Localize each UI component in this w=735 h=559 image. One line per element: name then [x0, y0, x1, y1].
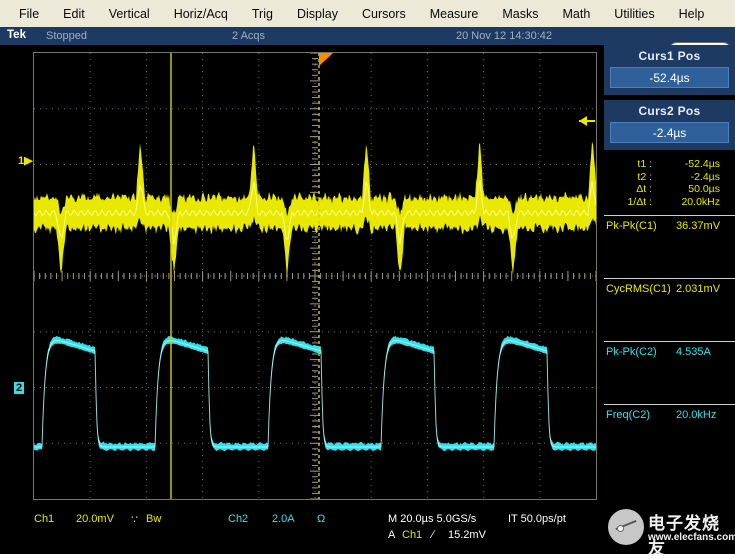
acquisition-count: 2 Acqs: [232, 30, 265, 42]
ch2-label[interactable]: Ch2: [228, 513, 248, 525]
measurement-freq-c2[interactable]: Freq(C2) 20.0kHz: [604, 404, 735, 460]
menu-item-measure[interactable]: Measure: [421, 4, 488, 24]
run-state-label: Stopped: [46, 30, 87, 42]
status-bar: Tek Stopped 2 Acqs 20 Nov 12 14:30:42: [0, 27, 735, 45]
cursor2-pos-value[interactable]: -2.4µs: [610, 122, 729, 143]
menu-item-display[interactable]: Display: [288, 4, 347, 24]
menu-item-masks[interactable]: Masks: [493, 4, 547, 24]
ch2-impedance-icon: Ω: [317, 513, 325, 525]
menu-item-utilities[interactable]: Utilities: [605, 4, 663, 24]
menu-item-trig[interactable]: Trig: [243, 4, 282, 24]
ch1-coupling-icon: ∵: [131, 513, 138, 526]
cursor1-pos-title: Curs1 Pos: [604, 49, 735, 63]
measurement-value: 2.031mV: [676, 283, 720, 295]
brand-label: Tek: [7, 29, 26, 41]
timebase-readout[interactable]: M 20.0µs 5.0GS/s: [388, 513, 476, 525]
measurement-label: Pk-Pk(C1): [606, 220, 657, 232]
cursor-readout-row: 1/Δt : 20.0kHz: [608, 196, 735, 209]
watermark-logo-icon: [608, 509, 644, 545]
measurement-label: CycRMS(C1): [606, 283, 671, 295]
t1-value: -52.4µs: [652, 158, 726, 171]
measurement-label: Freq(C2): [606, 409, 650, 421]
menu-item-horiz-acq[interactable]: Horiz/Acq: [165, 4, 237, 24]
interpolation-readout: IT 50.0ps/pt: [508, 513, 566, 525]
trigger-source[interactable]: Ch1: [402, 529, 422, 541]
oscilloscope-screen: File Edit Vertical Horiz/Acq Trig Displa…: [0, 0, 735, 554]
menu-item-vertical[interactable]: Vertical: [100, 4, 159, 24]
t2-value: -2.4µs: [652, 171, 726, 184]
t2-label: t2 :: [608, 171, 652, 184]
waveform-canvas: [34, 53, 596, 499]
menu-item-math[interactable]: Math: [554, 4, 600, 24]
datetime-label: 20 Nov 12 14:30:42: [456, 30, 552, 42]
watermark: 电子发烧友 www.elecfans.com: [606, 503, 735, 551]
menu-item-edit[interactable]: Edit: [54, 4, 94, 24]
ch2-index-marker[interactable]: 2: [14, 382, 24, 394]
readout-sidebar: Curs1 Pos -52.4µs Curs2 Pos -2.4µs t1 : …: [604, 45, 735, 500]
cursor-readout-row: Δt : 50.0µs: [608, 183, 735, 196]
inv-delta-t-value: 20.0kHz: [652, 196, 726, 209]
measurement-pkpk-c2[interactable]: Pk-Pk(C2) 4.535A: [604, 341, 735, 397]
menu-item-file[interactable]: File: [10, 4, 48, 24]
menu-item-cursors[interactable]: Cursors: [353, 4, 415, 24]
watermark-dot-icon: [617, 525, 624, 532]
watermark-url: www.elecfans.com: [648, 532, 735, 543]
ch1-scale[interactable]: 20.0mV: [76, 513, 114, 525]
cursor-readout-block: t1 : -52.4µs t2 : -2.4µs Δt : 50.0µs 1/Δ…: [604, 158, 735, 208]
cursor2-pos-panel[interactable]: Curs2 Pos -2.4µs: [604, 100, 735, 150]
ch1-index-marker[interactable]: 1▶: [18, 154, 33, 167]
cursor1-pos-panel[interactable]: Curs1 Pos -52.4µs: [604, 45, 735, 95]
cursor-readout-row: t2 : -2.4µs: [608, 171, 735, 184]
measurement-value: 4.535A: [676, 346, 711, 358]
trigger-prefix: A: [388, 529, 395, 541]
trigger-level[interactable]: 15.2mV: [448, 529, 486, 541]
menu-bar: File Edit Vertical Horiz/Acq Trig Displa…: [0, 0, 735, 28]
trigger-slope-icon: ∕: [432, 529, 434, 541]
measurement-value: 20.0kHz: [676, 409, 716, 421]
cursor1-pos-value[interactable]: -52.4µs: [610, 67, 729, 88]
inv-delta-t-label: 1/Δt :: [608, 196, 652, 209]
delta-t-label: Δt :: [608, 183, 652, 196]
t1-label: t1 :: [608, 158, 652, 171]
ch2-scale[interactable]: 2.0A: [272, 513, 295, 525]
waveform-display[interactable]: [33, 52, 597, 500]
ch1-bandwidth-icon: Bᴡ: [146, 513, 161, 525]
measurement-value: 36.37mV: [676, 220, 720, 232]
delta-t-value: 50.0µs: [652, 183, 726, 196]
measurement-pkpk-c1[interactable]: Pk-Pk(C1) 36.37mV: [604, 215, 735, 271]
cursor2-pos-title: Curs2 Pos: [604, 104, 735, 118]
measurement-cycrms-c1[interactable]: CycRMS(C1) 2.031mV: [604, 278, 735, 334]
ch1-label[interactable]: Ch1: [34, 513, 54, 525]
measurement-label: Pk-Pk(C2): [606, 346, 657, 358]
cursor-readout-row: t1 : -52.4µs: [608, 158, 735, 171]
menu-item-help[interactable]: Help: [670, 4, 714, 24]
